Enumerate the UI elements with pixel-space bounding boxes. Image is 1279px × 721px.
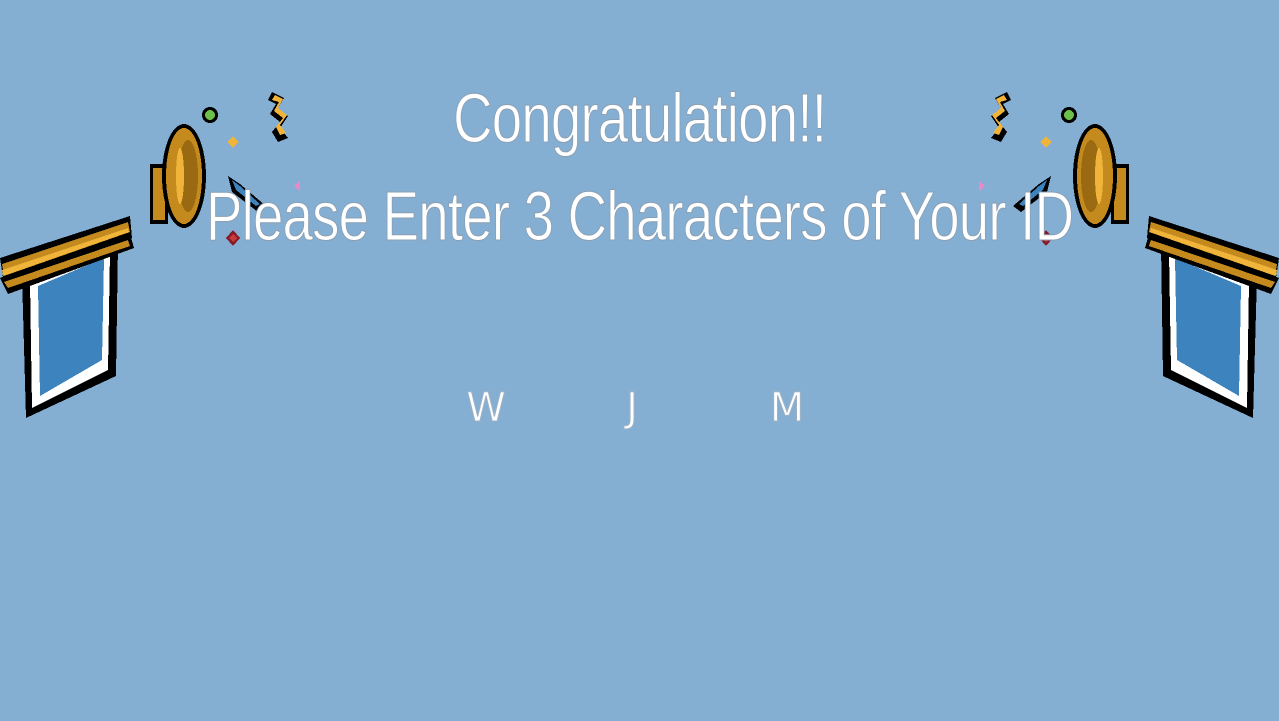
enter-id-prompt: Please Enter 3 Characters of Your ID (205, 177, 1075, 256)
game-screen: Congratulation!! Please Enter 3 Characte… (0, 0, 1279, 721)
id-entry: W J M (0, 386, 1279, 436)
id-char-slot-3[interactable]: M (757, 386, 817, 431)
id-char-slot-2[interactable]: J (602, 386, 662, 431)
congratulation-title: Congratulation!! (453, 79, 828, 158)
id-char-slot-1[interactable]: W (456, 386, 516, 431)
